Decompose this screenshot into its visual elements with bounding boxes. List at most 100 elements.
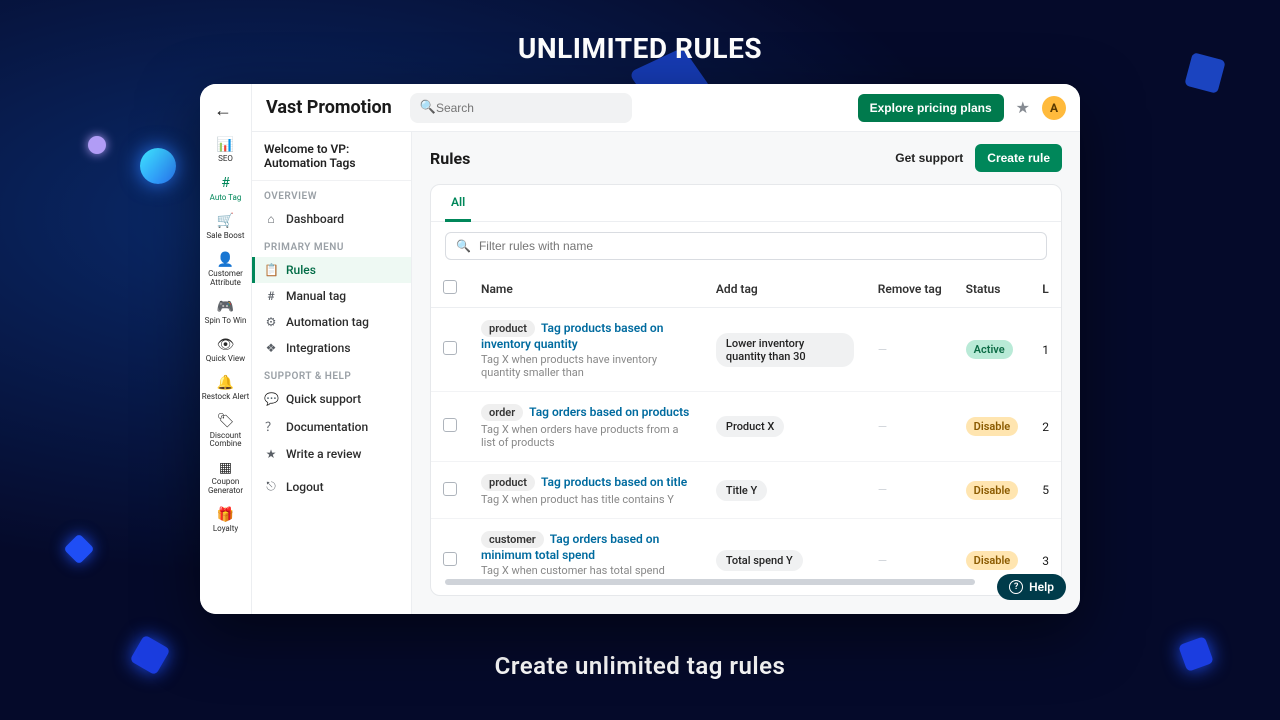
sidebar-head-support: SUPPORT & HELP <box>252 361 411 386</box>
scope-pill: order <box>481 404 523 421</box>
rail-item-auto-tag[interactable]: #Auto Tag <box>200 170 251 208</box>
row-checkbox[interactable] <box>443 418 457 432</box>
rail-item-restock-alert[interactable]: 🔔 Restock Alert <box>200 370 251 408</box>
rail-icon: 🎮 <box>217 300 234 315</box>
rail-icon: 🔔 <box>217 376 234 391</box>
rules-table: Name Add tag Remove tag Status L product… <box>431 270 1061 577</box>
add-tag-pill: Lower inventory quantity than 30 <box>716 333 854 367</box>
last-col-value: 2 <box>1030 392 1061 462</box>
row-checkbox[interactable] <box>443 341 457 355</box>
rule-title-link[interactable]: Tag products based on title <box>541 475 687 489</box>
sidebar-item-label: Logout <box>286 480 324 494</box>
last-col-value: 3 <box>1030 519 1061 578</box>
rail-item-loyalty[interactable]: 🎁Loyalty <box>200 502 251 540</box>
create-rule-button[interactable]: Create rule <box>975 144 1062 172</box>
app-title: Vast Promotion <box>266 97 392 118</box>
rail-item-seo[interactable]: 📊SEO <box>200 132 251 170</box>
row-checkbox[interactable] <box>443 482 457 496</box>
table-row[interactable]: customerTag orders based on minimum tota… <box>431 519 1061 578</box>
rule-description: Tag X when orders have products from a l… <box>481 423 692 449</box>
sidebar-item-manual-tag[interactable]: # Manual tag <box>252 283 411 309</box>
avatar[interactable]: A <box>1042 96 1066 120</box>
explore-pricing-button[interactable]: Explore pricing plans <box>858 94 1004 122</box>
sidebar-item-write-review[interactable]: ★ Write a review <box>252 441 411 467</box>
rail-label: Discount Combine <box>200 432 251 450</box>
help-icon: ? <box>1009 580 1023 594</box>
row-checkbox[interactable] <box>443 552 457 566</box>
select-all-checkbox[interactable] <box>443 280 457 294</box>
sidebar-item-integrations[interactable]: ❖ Integrations <box>252 335 411 361</box>
sidebar-item-automation-tag[interactable]: ⚙ Automation tag <box>252 309 411 335</box>
clipboard-icon: 📋 <box>264 263 278 277</box>
sidebar-head-primary: PRIMARY MENU <box>252 232 411 257</box>
filter-wrapper[interactable]: 🔍 <box>445 232 1047 260</box>
rail-label: Customer Attribute <box>200 270 251 288</box>
rail-item-coupon-generator[interactable]: ▦Coupon Generator <box>200 455 251 502</box>
table-row[interactable]: order Tag orders based on products Tag X w… <box>431 392 1061 462</box>
sidebar-item-logout[interactable]: ⎋ Logout <box>252 473 411 500</box>
rail-label: Restock Alert <box>202 393 250 402</box>
rail-icon: 🎁 <box>217 508 234 523</box>
table-row[interactable]: productTag products based on titleTag X … <box>431 462 1061 519</box>
sidebar-item-dashboard[interactable]: ⌂ Dashboard <box>252 206 411 232</box>
col-last: L <box>1030 270 1061 308</box>
rule-title-link[interactable]: Tag orders based on products <box>529 405 689 419</box>
sidebar-item-rules[interactable]: 📋 Rules <box>252 257 411 283</box>
search-input[interactable] <box>436 101 622 115</box>
rail-icon: 🛒 <box>217 214 234 229</box>
sidebar-item-documentation[interactable]: ？ Documentation <box>252 412 411 441</box>
rail-item-customer-attribute[interactable]: 👤Customer Attribute <box>200 247 251 294</box>
question-icon: ？ <box>264 418 278 435</box>
rail-item-quick-view[interactable]: 👁Quick View <box>200 332 251 370</box>
rail-item-discount-combine[interactable]: 🏷Discount Combine <box>200 408 251 455</box>
app-window: ← 📊SEO#Auto Tag 🛒 Sale Boost 👤Customer Attr… <box>200 84 1080 614</box>
rule-description: Tag X when products have inventory quant… <box>481 353 692 379</box>
remove-tag-value: — <box>878 483 889 497</box>
rail-label: Quick View <box>206 355 245 364</box>
sidebar-item-quick-support[interactable]: 💬 Quick support <box>252 386 411 412</box>
rules-card: All 🔍 Name <box>430 184 1062 596</box>
help-fab[interactable]: ? Help <box>997 574 1066 600</box>
add-tag-pill: Title Y <box>716 480 767 501</box>
remove-tag-value: — <box>878 343 889 357</box>
logout-icon: ⎋ <box>264 479 278 494</box>
horizontal-scrollbar[interactable] <box>445 577 1047 587</box>
scope-pill: product <box>481 474 535 491</box>
rail-item-spin-to-win[interactable]: 🎮 Spin To Win <box>200 294 251 332</box>
favorite-star-icon[interactable]: ★ <box>1016 98 1030 117</box>
get-support-button[interactable]: Get support <box>895 151 963 165</box>
scrollbar-thumb[interactable] <box>445 579 975 585</box>
sidebar: Welcome to VP: Automation Tags OVERVIEW … <box>252 132 412 614</box>
sidebar-item-label: Rules <box>286 263 316 277</box>
status-badge: Disable <box>966 551 1019 570</box>
rail-label: SEO <box>218 155 233 164</box>
add-tag-pill: Total spend Y <box>716 550 803 571</box>
help-label: Help <box>1029 580 1054 594</box>
rail-label: Sale Boost <box>206 232 244 241</box>
global-search[interactable]: 🔍 <box>410 93 632 123</box>
rail-label: Spin To Win <box>205 317 247 326</box>
table-row[interactable]: productTag products based on inventory q… <box>431 308 1061 392</box>
add-tag-pill: Product X <box>716 416 784 437</box>
welcome-text: Welcome to VP: Automation Tags <box>252 132 411 181</box>
sidebar-item-label: Integrations <box>286 341 351 355</box>
home-icon: ⌂ <box>264 212 278 226</box>
topbar: Vast Promotion 🔍 Explore pricing plans ★… <box>252 84 1080 132</box>
sidebar-item-label: Quick support <box>286 392 361 406</box>
remove-tag-value: — <box>878 554 889 568</box>
rail-icon: # <box>221 176 230 191</box>
scope-pill: product <box>481 320 535 337</box>
sidebar-item-label: Manual tag <box>286 289 346 303</box>
remove-tag-value: — <box>878 420 889 434</box>
sidebar-item-label: Write a review <box>286 447 361 461</box>
tab-all[interactable]: All <box>445 185 471 222</box>
filter-rules-input[interactable] <box>479 239 1036 253</box>
star-icon: ★ <box>264 447 278 461</box>
page-title: Rules <box>430 149 470 168</box>
sidebar-item-label: Automation tag <box>286 315 369 329</box>
status-badge: Active <box>966 340 1013 359</box>
back-arrow-icon[interactable]: ← <box>214 100 232 121</box>
chat-icon: 💬 <box>264 392 278 406</box>
content-area: Rules Get support Create rule All 🔍 <box>412 132 1080 614</box>
rail-item-sale-boost[interactable]: 🛒 Sale Boost <box>200 208 251 246</box>
